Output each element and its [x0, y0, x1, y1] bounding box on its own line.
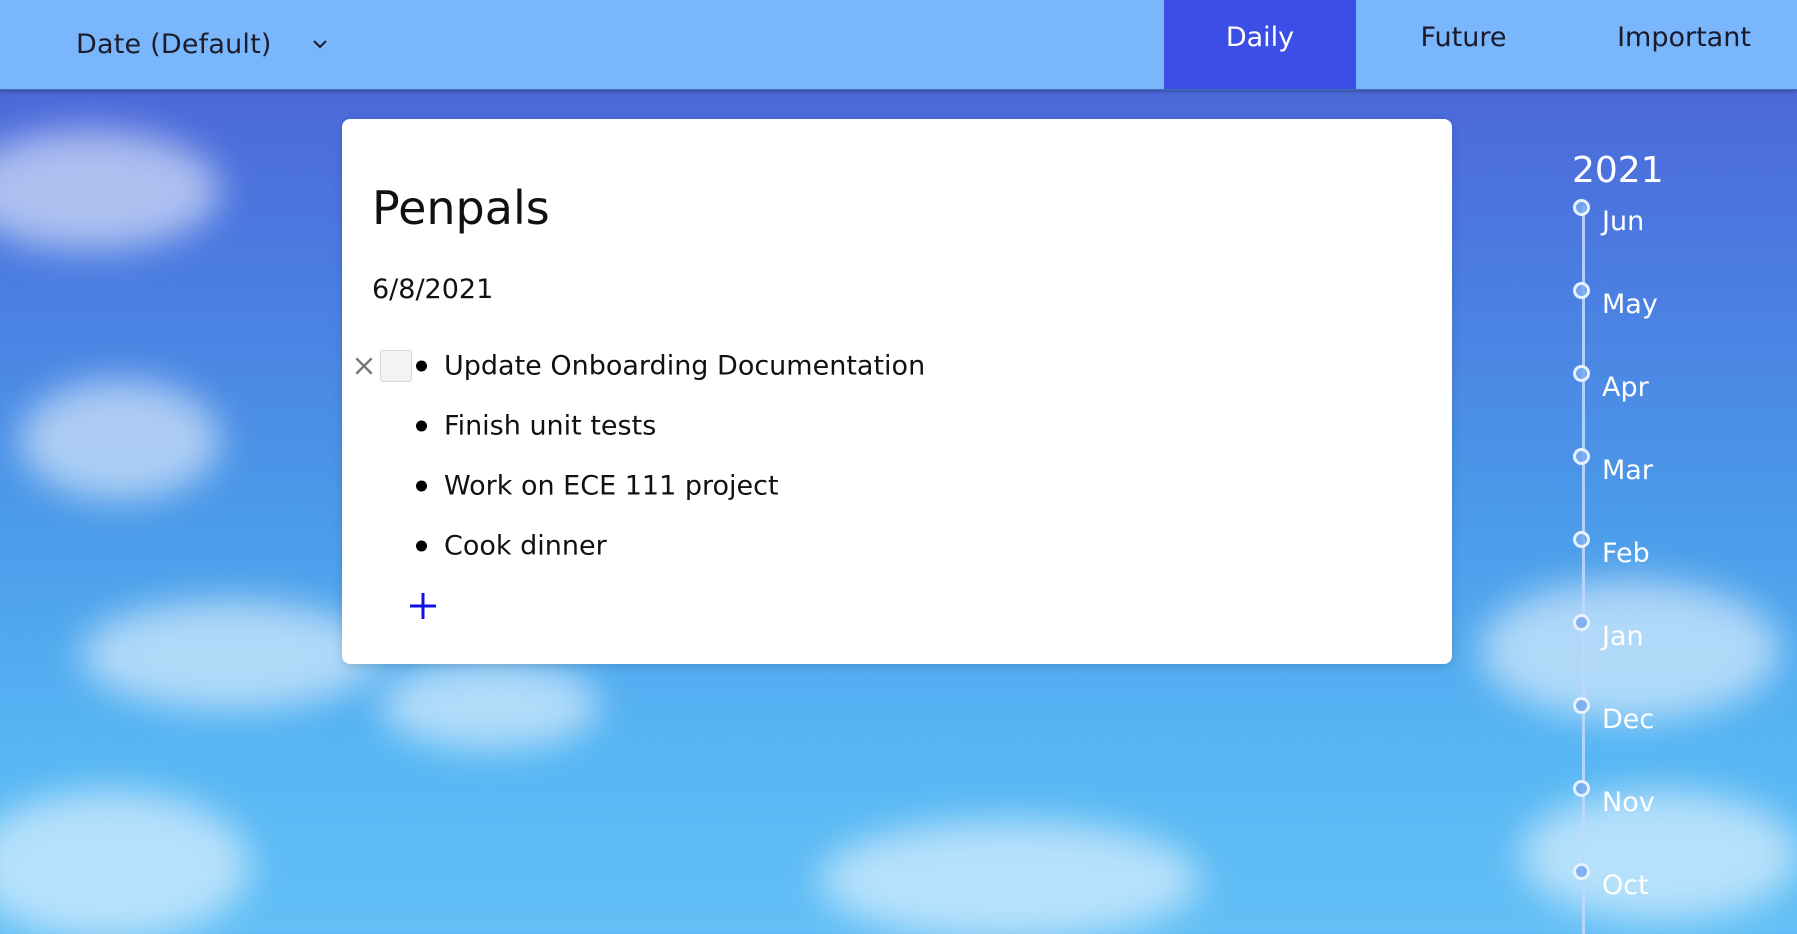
month-timeline: 2021 Jun May Apr Mar Feb Jan Dec Nov Oct: [1560, 150, 1760, 934]
timeline-dot-icon: [1573, 531, 1590, 548]
chevron-down-icon: [310, 34, 330, 54]
timeline-dot-icon: [1573, 863, 1590, 880]
timeline-month-label: Feb: [1602, 538, 1650, 569]
background-cloud: [0, 790, 250, 934]
tab-important-label: Important: [1617, 22, 1751, 53]
timeline-dot-icon: [1573, 199, 1590, 216]
card-title: Penpals: [372, 181, 550, 235]
background-cloud: [80, 600, 380, 710]
background-cloud: [820, 820, 1200, 934]
plus-icon[interactable]: [408, 591, 438, 621]
task-item[interactable]: Cook dinner: [342, 516, 1452, 576]
close-icon[interactable]: [353, 355, 375, 377]
task-text[interactable]: Cook dinner: [444, 531, 607, 562]
task-item[interactable]: Update Onboarding Documentation: [342, 336, 1452, 396]
bullet-icon: [416, 540, 427, 552]
timeline-month-label: Apr: [1602, 372, 1649, 403]
task-item[interactable]: Finish unit tests: [342, 396, 1452, 456]
timeline-dot-icon: [1573, 780, 1590, 797]
tab-future[interactable]: Future: [1356, 0, 1571, 89]
timeline-dot-icon: [1573, 282, 1590, 299]
card-date: 6/8/2021: [372, 274, 494, 305]
background-cloud: [20, 380, 220, 500]
view-tabs: Daily Future Important: [1164, 0, 1797, 89]
timeline-line: [1582, 206, 1585, 934]
task-list: Update Onboarding Documentation Finish u…: [342, 336, 1452, 576]
top-bar: Date (Default) Daily Future Important: [0, 0, 1797, 90]
timeline-month-label: Nov: [1602, 787, 1655, 818]
timeline-dot-icon: [1573, 697, 1590, 714]
sort-dropdown-label: Date (Default): [76, 28, 272, 60]
tab-future-label: Future: [1420, 22, 1507, 53]
timeline-month-label: Oct: [1602, 870, 1649, 901]
background-cloud: [380, 660, 600, 750]
timeline-month-label: Jan: [1602, 621, 1644, 652]
timeline-month-label: Mar: [1602, 455, 1653, 486]
bullet-icon: [416, 360, 427, 372]
sort-dropdown[interactable]: Date (Default): [58, 16, 344, 72]
tab-important[interactable]: Important: [1571, 0, 1797, 89]
tab-daily[interactable]: Daily: [1164, 0, 1356, 89]
task-item[interactable]: Work on ECE 111 project: [342, 456, 1452, 516]
task-checkbox[interactable]: [380, 350, 412, 382]
task-text[interactable]: Update Onboarding Documentation: [444, 351, 925, 382]
background-cloud: [0, 130, 220, 250]
task-text[interactable]: Finish unit tests: [444, 411, 656, 442]
timeline-dot-icon: [1573, 614, 1590, 631]
timeline-month-label: Dec: [1602, 704, 1655, 735]
journal-card: Penpals 6/8/2021 Update Onboarding Docum…: [342, 119, 1452, 664]
timeline-month-label: May: [1602, 289, 1658, 320]
bullet-icon: [416, 420, 427, 432]
timeline-dot-icon: [1573, 448, 1590, 465]
task-text[interactable]: Work on ECE 111 project: [444, 471, 779, 502]
timeline-month-label: Jun: [1602, 206, 1645, 237]
tab-daily-label: Daily: [1225, 22, 1295, 53]
bullet-icon: [416, 480, 427, 492]
timeline-dot-icon: [1573, 365, 1590, 382]
timeline-year: 2021: [1572, 150, 1664, 191]
